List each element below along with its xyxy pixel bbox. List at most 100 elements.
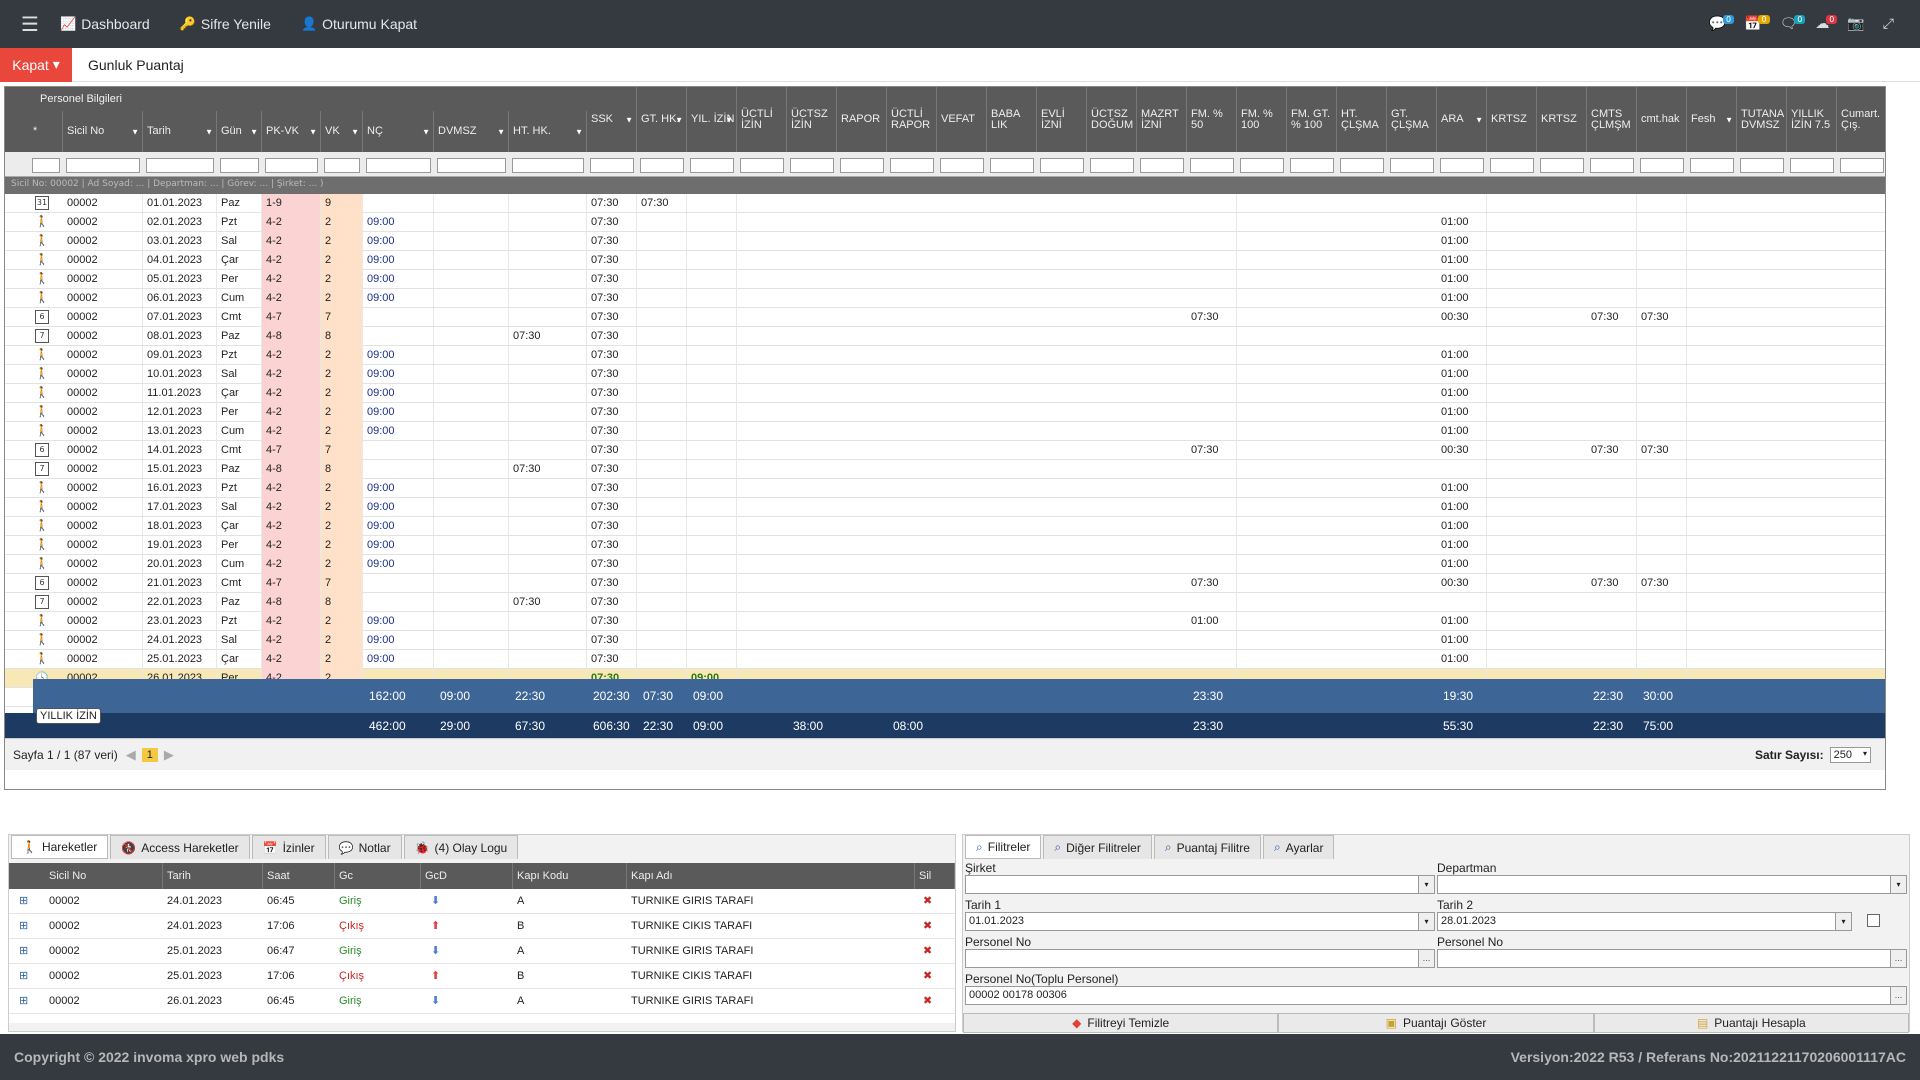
table-row[interactable]: 🚶 00002 20.01.2023 Cum 4-2 2 09:00 07:30 01:00	[5, 555, 1885, 574]
ellipsis-icon[interactable]: …	[1890, 987, 1906, 1004]
filter-input-20[interactable]	[1140, 158, 1184, 173]
nav-oturumu-kapat[interactable]: 👤 Oturumu Kapat	[301, 16, 417, 32]
filter-input-14[interactable]	[840, 158, 884, 173]
walk-icon[interactable]: 🚶	[35, 557, 49, 571]
filter-icon[interactable]: ▼	[422, 126, 430, 137]
filter-input-21[interactable]	[1190, 158, 1234, 173]
col-header-18[interactable]: EVLİ İZNİ	[1037, 87, 1087, 152]
moves-col-header[interactable]: Kapı Adı	[627, 863, 915, 889]
walk-icon[interactable]: 🚶	[35, 253, 49, 267]
filter-input-25[interactable]	[1390, 158, 1434, 173]
puantaji-hesapla-button[interactable]: ▤ Puantajı Hesapla	[1593, 1013, 1909, 1033]
filter-icon[interactable]: ▼	[497, 126, 505, 137]
calendar-icon[interactable]: 📅 0	[1744, 15, 1770, 32]
col-header-11[interactable]: YIL. İZİN ▼	[687, 87, 737, 152]
nav-sifre-yenile[interactable]: 🔑 Sifre Yenile	[180, 16, 271, 32]
prev-page-icon[interactable]: ◀	[126, 747, 136, 763]
org-chart-icon[interactable]: ⊞	[15, 889, 28, 914]
table-row[interactable]: 🚶 00002 24.01.2023 Sal 4-2 2 09:00 07:30 01:00	[5, 631, 1885, 650]
delete-icon[interactable]: ✖	[919, 989, 932, 1014]
filter-input-28[interactable]	[1540, 158, 1584, 173]
fullscreen-icon[interactable]: ⤢	[1883, 16, 1894, 32]
ellipsis-icon[interactable]: …	[1890, 950, 1906, 967]
filter-input-32[interactable]	[1740, 158, 1784, 173]
filter-input-13[interactable]	[790, 158, 834, 173]
filter-input-3[interactable]	[220, 158, 259, 173]
col-header-2[interactable]: Tarih ▼	[143, 111, 217, 152]
filter-input-22[interactable]	[1240, 158, 1284, 173]
col-header-26[interactable]: ARA ▼	[1437, 87, 1487, 152]
table-row[interactable]: 🚶 00002 25.01.2023 Çar 4-2 2 09:00 07:30 01:00	[5, 650, 1885, 669]
personel-no-input[interactable]: …	[965, 949, 1435, 968]
walk-icon[interactable]: 🚶	[35, 652, 49, 666]
delete-icon[interactable]: ✖	[919, 964, 932, 989]
list-item[interactable]: ⊞ 00002 24.01.2023 17:06 Çıkış ⬆ B TURNIKE CIKI…	[9, 914, 955, 939]
list-item[interactable]: ⊞ 00002 25.01.2023 17:06 Çıkış ⬆ B TURNIKE CIKI…	[9, 964, 955, 989]
filter-input-27[interactable]	[1490, 158, 1534, 173]
moves-col-header[interactable]: Gc	[335, 863, 421, 889]
col-header-21[interactable]: FM. % 50	[1187, 87, 1237, 152]
col-header-24[interactable]: HT. ÇLŞMA	[1337, 87, 1387, 152]
col-header-14[interactable]: RAPOR	[837, 87, 887, 152]
table-row[interactable]: 6 00002 14.01.2023 Cmt 4-7 7 07:30 07:30 00:30 07…	[5, 441, 1885, 460]
filter-icon[interactable]: ▼	[725, 114, 733, 125]
col-header-12[interactable]: ÜCTLİ İZİN	[737, 87, 787, 152]
list-item[interactable]: ⊞ 00002 26.01.2023 06:45 Giriş ⬇ A TURNIKE GIRI…	[9, 989, 955, 1014]
list-item[interactable]: ⊞ 00002 24.01.2023 06:45 Giriş ⬇ A TURNIKE GIRI…	[9, 889, 955, 914]
walk-icon[interactable]: 🚶	[35, 405, 49, 419]
filter-select[interactable]	[32, 158, 60, 173]
col-header-3[interactable]: Gün ▼	[217, 111, 262, 152]
filter-input-8[interactable]	[512, 158, 584, 173]
table-row[interactable]: 🚶 00002 02.01.2023 Pzt 4-2 2 09:00 07:30 01:00	[5, 213, 1885, 232]
filter-icon[interactable]: ▼	[131, 126, 139, 137]
calendar-7-icon[interactable]: 7	[35, 462, 49, 476]
walk-icon[interactable]: 🚶	[35, 348, 49, 362]
table-row[interactable]: 🚶 00002 12.01.2023 Per 4-2 2 09:00 07:30 01:00	[5, 403, 1885, 422]
filter-input-34[interactable]	[1840, 158, 1884, 173]
col-header-16[interactable]: VEFAT	[937, 87, 987, 152]
kapat-dropdown-button[interactable]: Kapat ▾	[0, 47, 72, 82]
tab-i-zinler[interactable]: 📅 İzinler	[251, 835, 326, 859]
sirket-select[interactable]: ▾	[965, 875, 1435, 894]
delete-icon[interactable]: ✖	[919, 914, 932, 939]
rows-select[interactable]: 250 ▾	[1829, 746, 1871, 763]
filter-icon[interactable]: ▼	[205, 126, 213, 137]
table-row[interactable]: 7 00002 15.01.2023 Paz 4-8 8 07:30 07:30	[5, 460, 1885, 479]
col-header-6[interactable]: NÇ ▼	[363, 111, 434, 152]
col-header-8[interactable]: HT. HK. ▼	[509, 111, 587, 152]
table-row[interactable]: 🚶 00002 04.01.2023 Çar 4-2 2 09:00 07:30 01:00	[5, 251, 1885, 270]
col-header-27[interactable]: KRTSZ	[1487, 87, 1537, 152]
walk-icon[interactable]: 🚶	[35, 538, 49, 552]
filter-input-11[interactable]	[690, 158, 734, 173]
walk-icon[interactable]: 🚶	[35, 215, 49, 229]
org-chart-icon[interactable]: ⊞	[15, 964, 28, 989]
col-header-4[interactable]: PK-VK ▼	[262, 111, 321, 152]
table-row[interactable]: 7 00002 08.01.2023 Paz 4-8 8 07:30 07:30	[5, 327, 1885, 346]
filter-icon[interactable]: ▼	[625, 114, 633, 125]
filter-input-23[interactable]	[1290, 158, 1334, 173]
col-header-31[interactable]: Fesh ▼	[1687, 87, 1737, 152]
filter-input-26[interactable]	[1440, 158, 1484, 173]
tarih1-input[interactable]: 01.01.2023 ▾	[965, 912, 1435, 931]
filter-icon[interactable]: ▼	[1475, 114, 1483, 125]
tab-filitreler[interactable]: ⌕ Filitreler	[965, 835, 1042, 859]
table-row[interactable]: 31 00002 01.01.2023 Paz 1-9 9 07:30 07:30	[5, 194, 1885, 213]
tab-access-hareketler[interactable]: 🚷 Access Hareketler	[110, 835, 250, 859]
col-header-13[interactable]: ÜCTSZ İZİN	[787, 87, 837, 152]
table-row[interactable]: 7 00002 22.01.2023 Paz 4-8 8 07:30 07:30	[5, 593, 1885, 612]
col-header-22[interactable]: FM. % 100	[1237, 87, 1287, 152]
col-header-9[interactable]: SSK ▼	[587, 87, 637, 152]
moves-col-header[interactable]: Kapı Kodu	[513, 863, 627, 889]
nav-dashboard[interactable]: 📈 Dashboard	[60, 16, 150, 32]
filter-input-15[interactable]	[890, 158, 934, 173]
ellipsis-icon[interactable]: …	[1418, 950, 1434, 967]
walk-icon[interactable]: 🚶	[35, 386, 49, 400]
calendar-6-icon[interactable]: 6	[35, 310, 49, 324]
col-header-25[interactable]: GT. ÇLŞMA	[1387, 87, 1437, 152]
filter-input-33[interactable]	[1790, 158, 1834, 173]
tab-puantaj-filitre[interactable]: ⌕ Puantaj Filitre	[1153, 835, 1261, 859]
moves-col-header[interactable]: Tarih	[163, 863, 263, 889]
walk-icon[interactable]: 🚶	[35, 614, 49, 628]
col-header-17[interactable]: BABA LIK	[987, 87, 1037, 152]
message-icon[interactable]: 💬 0	[1709, 15, 1735, 32]
